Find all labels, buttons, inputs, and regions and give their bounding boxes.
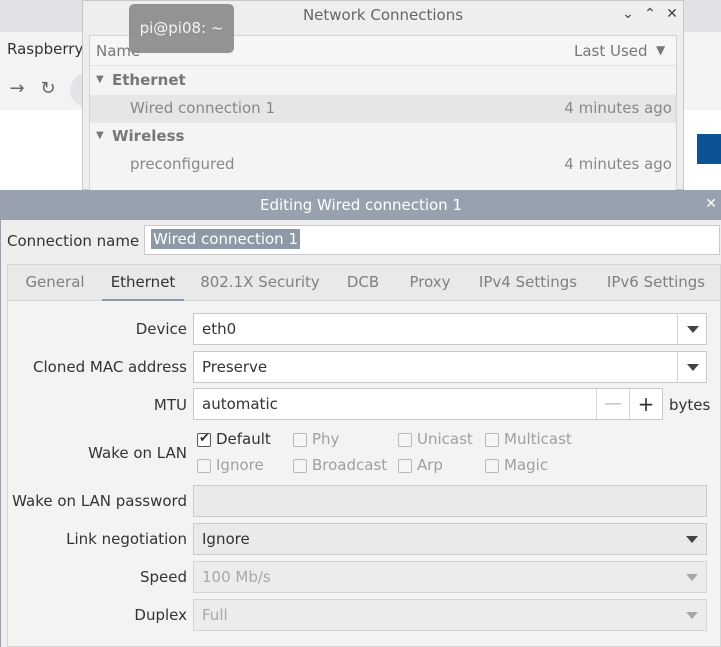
- connection-name: preconfigured: [130, 155, 235, 173]
- duplex-dropdown[interactable]: [677, 600, 706, 630]
- speed-select[interactable]: 100 Mb/s: [193, 561, 707, 593]
- device-value: eth0: [202, 320, 237, 338]
- mtu-value: automatic: [202, 395, 278, 413]
- terminal-tooltip: pi@pi08: ~: [129, 4, 234, 53]
- close-icon[interactable]: ✕: [663, 5, 681, 23]
- chevron-down-icon: [686, 612, 698, 619]
- connection-row[interactable]: preconfigured 4 minutes ago: [90, 151, 676, 179]
- duplex-label: Duplex: [134, 606, 187, 624]
- minus-icon[interactable]: —: [596, 389, 629, 419]
- wol-arp-checkbox[interactable]: Arp: [398, 456, 483, 478]
- speed-value: 100 Mb/s: [202, 568, 271, 586]
- checkbox-icon[interactable]: [398, 459, 412, 473]
- wol-ignore-checkbox[interactable]: Ignore: [197, 456, 287, 478]
- wol-unicast-checkbox[interactable]: Unicast: [398, 430, 483, 452]
- group-label: Wireless: [112, 127, 185, 145]
- wol-multicast-checkbox[interactable]: Multicast: [485, 430, 580, 452]
- wol-default-checkbox[interactable]: Default: [197, 430, 287, 452]
- checkbox-icon[interactable]: [485, 459, 499, 473]
- wol-phy-label: Phy: [312, 430, 340, 448]
- tab-ethernet[interactable]: Ethernet: [102, 265, 184, 301]
- tab-dcb[interactable]: DCB: [330, 265, 396, 301]
- chevron-down-icon: [686, 536, 698, 543]
- wol-phy-checkbox[interactable]: Phy: [293, 430, 383, 452]
- device-combo[interactable]: eth0: [193, 313, 707, 345]
- wol-ignore-label: Ignore: [216, 456, 264, 474]
- speed-dropdown[interactable]: [677, 562, 706, 592]
- browser-page-button[interactable]: [697, 134, 721, 164]
- connection-name-label: Connection name: [7, 232, 140, 250]
- chevron-down-icon: [687, 364, 699, 371]
- tab-ipv6-settings[interactable]: IPv6 Settings: [592, 265, 720, 301]
- speed-label: Speed: [139, 568, 187, 586]
- browser-tab-title: Raspberry: [7, 40, 84, 58]
- duplex-value: Full: [202, 606, 228, 624]
- cloned-mac-dropdown-button[interactable]: [677, 352, 706, 382]
- expander-down-icon[interactable]: ▼: [96, 74, 104, 85]
- tab-8021x-security[interactable]: 802.1X Security: [190, 265, 330, 301]
- dialog-title: Editing Wired connection 1: [260, 196, 462, 214]
- tab-general[interactable]: General: [8, 265, 102, 301]
- group-label: Ethernet: [112, 71, 186, 89]
- cloned-mac-value: Preserve: [202, 358, 268, 376]
- mtu-label: MTU: [153, 396, 187, 414]
- tab-bar: General Ethernet 802.1X Security DCB Pro…: [8, 265, 720, 301]
- wol-multicast-label: Multicast: [504, 430, 572, 448]
- plus-icon[interactable]: +: [629, 389, 662, 419]
- connection-last-used: 4 minutes ago: [564, 99, 672, 117]
- group-row-ethernet[interactable]: ▼ Ethernet: [90, 67, 676, 95]
- tab-proxy[interactable]: Proxy: [396, 265, 464, 301]
- wol-broadcast-checkbox[interactable]: Broadcast: [293, 456, 393, 478]
- duplex-select[interactable]: Full: [193, 599, 707, 631]
- connection-name: Wired connection 1: [130, 99, 275, 117]
- close-icon[interactable]: ✕: [705, 196, 717, 212]
- wol-password-label: Wake on LAN password: [12, 492, 187, 510]
- cloned-mac-label: Cloned MAC address: [33, 358, 187, 376]
- checkbox-checked-icon[interactable]: [197, 431, 211, 447]
- link-negotiation-label: Link negotiation: [66, 530, 187, 548]
- arrow-right-icon[interactable]: →: [6, 78, 28, 100]
- maximize-icon[interactable]: ⌃: [641, 5, 659, 23]
- minimize-icon[interactable]: ⌄: [619, 5, 637, 23]
- reload-icon[interactable]: ↻: [37, 78, 59, 100]
- checkbox-icon[interactable]: [293, 433, 307, 447]
- mtu-spinbutton[interactable]: automatic — +: [193, 388, 663, 420]
- column-last-used[interactable]: Last Used: [574, 42, 648, 60]
- tab-ipv4-settings[interactable]: IPv4 Settings: [464, 265, 592, 301]
- connection-name-value: Wired connection 1: [151, 229, 300, 249]
- device-label: Device: [135, 320, 187, 338]
- browser-tab[interactable]: Raspberry: [0, 32, 84, 68]
- device-dropdown-button[interactable]: [677, 314, 706, 344]
- wol-password-input[interactable]: [193, 485, 707, 517]
- connection-last-used: 4 minutes ago: [564, 155, 672, 173]
- checkbox-icon[interactable]: [293, 459, 307, 473]
- checkbox-icon[interactable]: [197, 459, 211, 473]
- connection-name-input[interactable]: Wired connection 1: [144, 225, 720, 255]
- link-negotiation-select[interactable]: Ignore: [193, 523, 707, 555]
- dialog-titlebar: Editing Wired connection 1 ✕: [1, 190, 721, 220]
- expander-down-icon[interactable]: ▼: [96, 130, 104, 141]
- group-row-wireless[interactable]: ▼ Wireless: [90, 123, 676, 151]
- wol-arp-label: Arp: [417, 456, 443, 474]
- checkbox-icon[interactable]: [398, 433, 412, 447]
- sort-down-icon: ▼: [656, 43, 666, 57]
- chevron-down-icon: [687, 326, 699, 333]
- connection-row[interactable]: Wired connection 1 4 minutes ago: [90, 95, 676, 123]
- cloned-mac-combo[interactable]: Preserve: [193, 351, 707, 383]
- connections-list: Name Last Used ▼ ▼ Ethernet Wired connec…: [89, 35, 677, 191]
- checkbox-icon[interactable]: [485, 433, 499, 447]
- wol-magic-label: Magic: [504, 456, 549, 474]
- wol-default-label: Default: [216, 430, 271, 448]
- wol-unicast-label: Unicast: [417, 430, 473, 448]
- link-negotiation-value: Ignore: [202, 530, 250, 548]
- wol-broadcast-label: Broadcast: [312, 456, 388, 474]
- link-negotiation-dropdown[interactable]: [677, 524, 706, 554]
- mtu-unit: bytes: [669, 396, 711, 414]
- chevron-down-icon: [686, 574, 698, 581]
- wake-on-lan-label: Wake on LAN: [88, 444, 187, 462]
- wol-magic-checkbox[interactable]: Magic: [485, 456, 575, 478]
